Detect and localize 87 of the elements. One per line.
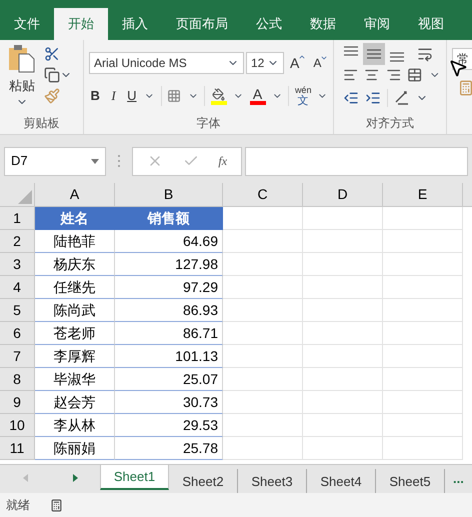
- align-lines-icon: [344, 46, 358, 56]
- row-header[interactable]: 7: [0, 345, 35, 368]
- caret-icon: [91, 158, 99, 164]
- table-cell: 苍老师: [35, 322, 115, 345]
- ribbon-tab[interactable]: 开始: [54, 8, 108, 40]
- insert-function-button[interactable]: fx: [218, 152, 228, 170]
- table-cell: 127.98: [115, 253, 223, 276]
- table-cell: 29.53: [115, 414, 223, 437]
- paste-button[interactable]: 粘贴: [4, 44, 40, 114]
- grow-font-button[interactable]: A: [290, 52, 304, 74]
- table-cell: 25.78: [115, 437, 223, 460]
- italic-button[interactable]: I: [107, 86, 120, 106]
- font-name-field[interactable]: Arial Unicode MS: [89, 52, 244, 74]
- group-label: 剪贴板: [22, 115, 60, 132]
- merge-cells-icon[interactable]: [407, 67, 422, 83]
- row-header[interactable]: 2: [0, 230, 35, 253]
- table-cell: 86.93: [115, 299, 223, 322]
- ribbon-tab[interactable]: 插入: [108, 8, 162, 40]
- ribbon-tab[interactable]: 数据: [296, 8, 350, 40]
- row-header[interactable]: 5: [0, 299, 35, 322]
- table-cell: 赵会芳: [35, 391, 115, 414]
- align-right-icon[interactable]: [386, 67, 402, 83]
- down-caret-icon: [320, 54, 328, 62]
- table-cell: 毕淑华: [35, 368, 115, 391]
- table-cell: 任继先: [35, 276, 115, 299]
- column-header[interactable]: E: [383, 183, 463, 206]
- phonetic-guide-button[interactable]: wén 文: [294, 85, 312, 107]
- corner-triangle-icon: [18, 190, 32, 204]
- column-header[interactable]: A: [35, 183, 115, 206]
- row-header[interactable]: 1: [0, 207, 35, 230]
- font-size-field[interactable]: 12: [246, 52, 284, 74]
- decrease-indent-icon[interactable]: [343, 90, 359, 106]
- fill-color-button[interactable]: [210, 88, 227, 104]
- align-center-icon[interactable]: [364, 67, 380, 83]
- ribbon-tab[interactable]: 审阅: [350, 8, 404, 40]
- table-cell: 30.73: [115, 391, 223, 414]
- header-cell: 销售额: [115, 207, 223, 230]
- table-cell: 64.69: [115, 230, 223, 253]
- scissors-icon[interactable]: [44, 46, 60, 62]
- table-cell: 101.13: [115, 345, 223, 368]
- bold-button[interactable]: B: [89, 86, 102, 106]
- name-box[interactable]: D7: [4, 146, 106, 176]
- font-color-button[interactable]: A: [250, 87, 266, 105]
- wrap-text-icon[interactable]: [417, 46, 433, 62]
- table-cell: 86.71: [115, 322, 223, 345]
- align-lines-icon: [367, 49, 381, 59]
- table-cell: 陈丽娟: [35, 437, 115, 460]
- ribbon-tab[interactable]: 文件: [0, 8, 54, 40]
- ribbon-tab[interactable]: 公式: [242, 8, 296, 40]
- copy-icon[interactable]: [44, 67, 60, 83]
- text-orientation-icon[interactable]: [394, 90, 410, 106]
- column-header[interactable]: C: [223, 183, 303, 206]
- row-header[interactable]: 8: [0, 368, 35, 391]
- ribbon-tab[interactable]: 页面布局: [162, 8, 242, 40]
- row-header[interactable]: 6: [0, 322, 35, 345]
- row-header[interactable]: 10: [0, 414, 35, 437]
- underline-button[interactable]: U: [126, 86, 138, 106]
- table-cell: 李厚辉: [35, 345, 115, 368]
- table-cell: 97.29: [115, 276, 223, 299]
- more-sheets-button[interactable]: ...: [453, 469, 464, 488]
- paint-bucket-icon: [212, 88, 226, 100]
- status-text: 就绪: [6, 497, 30, 514]
- column-header[interactable]: B: [115, 183, 223, 206]
- clipboard-icon: [7, 44, 37, 74]
- align-left-icon[interactable]: [343, 67, 358, 83]
- column-header[interactable]: D: [303, 183, 383, 206]
- group-label: 对齐方式: [365, 115, 415, 132]
- sheet-tab[interactable]: Sheet1: [100, 465, 169, 490]
- row-header[interactable]: 9: [0, 391, 35, 414]
- table-cell: 陈尚武: [35, 299, 115, 322]
- scroll-right-icon[interactable]: [72, 474, 78, 482]
- row-header[interactable]: 3: [0, 253, 35, 276]
- header-cell: 姓名: [35, 207, 115, 230]
- row-header[interactable]: 11: [0, 437, 35, 460]
- table-cell: 李从林: [35, 414, 115, 437]
- ribbon-tab[interactable]: 视图: [404, 8, 458, 40]
- increase-indent-icon[interactable]: [365, 90, 381, 106]
- shrink-font-button[interactable]: A: [313, 54, 326, 72]
- formula-input-field[interactable]: [245, 146, 468, 176]
- group-label: 字体: [196, 115, 222, 132]
- align-button[interactable]: [363, 43, 385, 65]
- table-cell: 陆艳菲: [35, 230, 115, 253]
- table-cell: 25.07: [115, 368, 223, 391]
- align-lines-icon: [390, 52, 404, 62]
- borders-icon[interactable]: [167, 88, 182, 104]
- row-header[interactable]: 4: [0, 276, 35, 299]
- table-cell: 杨庆东: [35, 253, 115, 276]
